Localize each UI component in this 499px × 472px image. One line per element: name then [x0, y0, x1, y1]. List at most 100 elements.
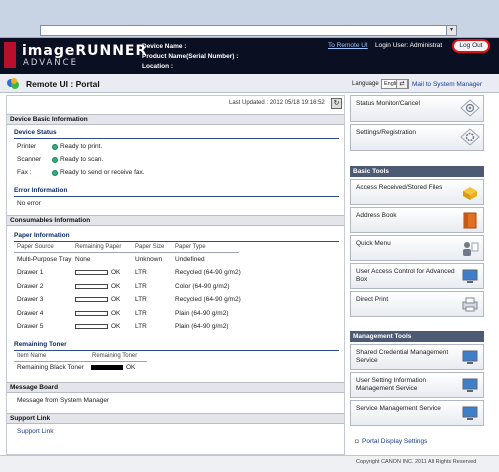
chevron-down-icon[interactable]: ▾ [446, 25, 457, 36]
no-error-text: No error [17, 200, 41, 207]
settings-icon [460, 128, 480, 146]
management-tools-header: Management Tools [350, 331, 484, 342]
section-consumables-info: Consumables Information [7, 215, 344, 226]
support-link[interactable]: Support Link [17, 428, 54, 435]
subsection-paper-info: Paper Information [14, 232, 70, 239]
status-ok-icon [52, 170, 58, 176]
status-label-fax: Fax : [17, 169, 32, 176]
paper-level-bar [75, 284, 108, 289]
product-logo-line2: ADVANCE [23, 58, 78, 68]
paper-header-size: Paper Size [135, 244, 165, 250]
status-monitor-label: Status Monitor/Cancel [356, 100, 420, 107]
user-setting-label-1: User Setting Information [356, 377, 427, 384]
quick-menu-label: Quick Menu [356, 240, 391, 247]
quick-menu-icon [463, 242, 479, 256]
printer-icon [462, 297, 478, 312]
paper-level-bar [75, 297, 108, 302]
paper-size-cell: LTR [135, 323, 147, 330]
last-updated-text: Last Updated : 2012 05/18 19:16:52 [229, 100, 325, 106]
divider [14, 196, 339, 197]
subsection-remaining-toner: Remaining Toner [14, 341, 67, 348]
paper-header-remaining: Remaining Paper [75, 244, 122, 250]
paper-type-cell: Recycled (64-90 g/m2) [175, 296, 241, 303]
language-label: Language [352, 81, 379, 87]
portal-icon [7, 78, 19, 89]
address-bar[interactable] [40, 25, 457, 36]
status-ok-icon [52, 144, 58, 150]
canon-logo-mark [4, 42, 16, 68]
basic-tools-header: Basic Tools [350, 166, 484, 177]
paper-remaining-cell: OK [111, 296, 121, 303]
paper-size-cell: LTR [135, 310, 147, 317]
toner-name-cell: Remaining Black Toner [17, 364, 84, 371]
paper-type-cell: Plain (64-90 g/m2) [175, 310, 229, 317]
copyright-text: Copyright CANON INC. 2011 All Rights Res… [356, 459, 477, 465]
link-bullet-icon: ◘ [355, 439, 359, 445]
page-title: Remote UI : Portal [26, 79, 100, 89]
message-text: Message from System Manager [17, 397, 110, 404]
subsection-error-info: Error Information [14, 187, 68, 194]
address-book-icon [463, 212, 477, 229]
divider [14, 241, 339, 242]
paper-source-cell: Drawer 5 [17, 323, 44, 330]
divider [14, 138, 339, 139]
toner-header-item: Item Name [17, 353, 47, 359]
monitor-icon [462, 350, 478, 364]
paper-level-bar [75, 324, 108, 329]
divider [14, 350, 339, 351]
toner-level-bar [91, 365, 123, 370]
language-apply-icon[interactable]: ⇄ [396, 79, 408, 89]
status-ok-icon [52, 157, 58, 163]
paper-source-cell: Drawer 2 [17, 283, 44, 290]
paper-size-cell: LTR [135, 269, 147, 276]
product-name-label: Product Name(Serial Number) : [142, 53, 239, 60]
paper-header-type: Paper Type [175, 244, 206, 250]
paper-level-bar [75, 311, 108, 316]
status-value-fax: Ready to send or receive fax. [60, 169, 145, 176]
status-label-scanner: Scanner [17, 156, 42, 163]
address-book-label: Address Book [356, 212, 397, 219]
settings-registration-label: Settings/Registration [356, 129, 416, 136]
monitor-icon [462, 406, 478, 420]
paper-size-cell: LTR [135, 283, 147, 290]
refresh-icon[interactable]: ↻ [331, 98, 342, 109]
paper-type-cell: Color (64-90 g/m2) [175, 283, 230, 290]
paper-remaining-cell: OK [111, 310, 121, 317]
paper-level-bar [75, 270, 108, 275]
status-monitor-icon [460, 99, 480, 117]
section-message-board: Message Board [7, 382, 344, 393]
paper-type-cell: Plain (64-90 g/m2) [175, 323, 229, 330]
paper-size-cell: LTR [135, 296, 147, 303]
paper-remaining-cell: OK [111, 269, 121, 276]
monitor-icon [462, 378, 478, 392]
paper-type-cell: Undefined [175, 256, 205, 263]
toner-remaining-cell: OK [126, 364, 136, 371]
section-support-link: Support Link [7, 413, 344, 424]
access-received-label: Access Received/Stored Files [356, 184, 443, 191]
portal-display-settings-link[interactable]: Portal Display Settings [362, 438, 427, 445]
status-value-scanner: Ready to scan. [60, 156, 104, 163]
toner-header-remaining: Remaining Toner [92, 353, 138, 359]
logout-button[interactable]: Log Out [452, 39, 490, 53]
mail-to-system-manager-link[interactable]: Mail to System Manager [412, 81, 482, 88]
paper-source-cell: Drawer 4 [17, 310, 44, 317]
direct-print-label: Direct Print [356, 296, 389, 303]
paper-header-source: Paper Source [17, 244, 54, 250]
product-logo-line1: imageRUNNER [22, 43, 148, 59]
stored-files-icon [463, 187, 477, 200]
divider [14, 252, 239, 253]
to-remote-ui-link[interactable]: To Remote UI [328, 42, 368, 49]
login-user-label: Login User: Administrat [375, 42, 443, 49]
subsection-device-status: Device Status [14, 129, 57, 136]
paper-source-cell: Drawer 3 [17, 296, 44, 303]
paper-remaining-cell: OK [111, 323, 121, 330]
status-value-printer: Ready to print. [60, 143, 103, 150]
paper-source-cell: Drawer 1 [17, 269, 44, 276]
shared-credential-label-2: Service [356, 357, 378, 364]
status-label-printer: Printer [17, 143, 37, 150]
paper-size-cell: Unknown [135, 256, 163, 263]
monitor-icon [462, 269, 478, 283]
location-label: Location : [142, 63, 174, 70]
user-setting-label-2: Management Service [356, 385, 418, 392]
paper-type-cell: Recycled (64-90 g/m2) [175, 269, 241, 276]
